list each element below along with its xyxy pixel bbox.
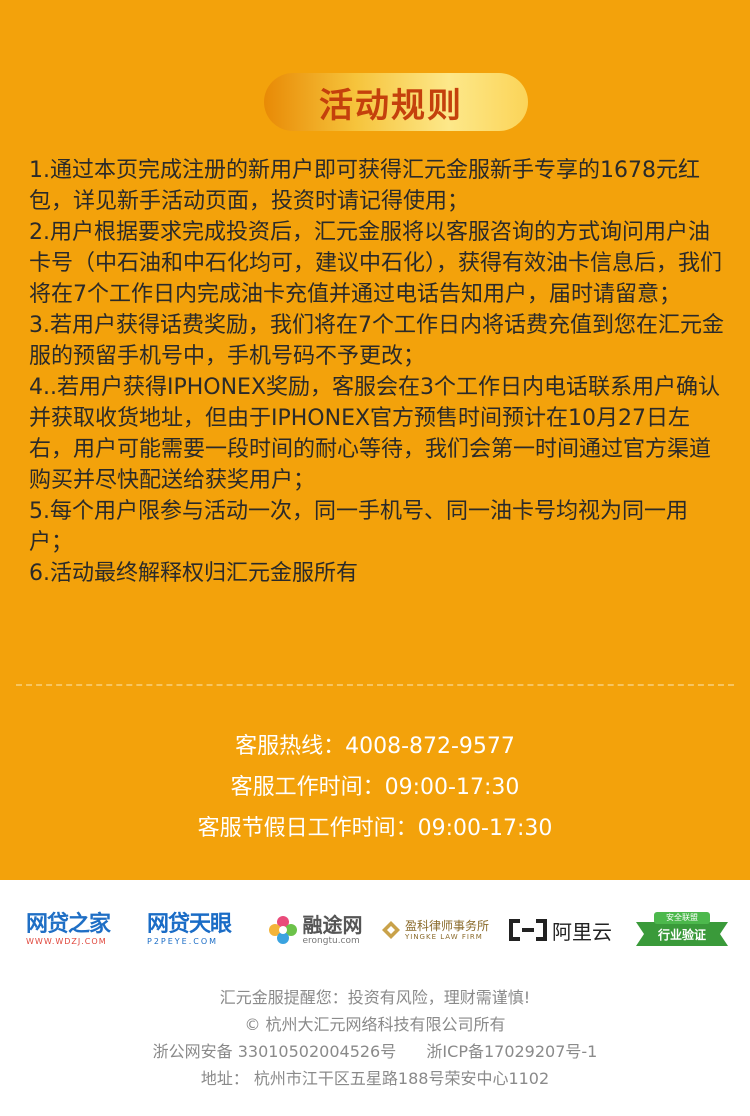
partner-sub: YINGKE LAW FIRM: [404, 932, 483, 941]
registration-row: 浙公网安备 33010502004526号 浙ICP备17029207号-1: [0, 1038, 750, 1062]
hotline-row: 客服热线：4008-872-9577: [0, 728, 750, 760]
icp-record[interactable]: 浙ICP备17029207号-1: [426, 1042, 597, 1061]
hours-value: 09:00-17:30: [384, 775, 520, 800]
address: 地址： 杭州市江干区五星路188号荣安中心1102: [200, 1069, 550, 1088]
rule-item: 5.每个用户限参与活动一次，同一手机号、同一油卡号均视为同一用户；: [29, 499, 688, 555]
aliyun-logo-icon[interactable]: 阿里云: [505, 900, 615, 960]
partner-name: 网贷天眼: [147, 912, 232, 937]
rule-item: 3.若用户获得话费奖励，我们将在7个工作日内将话费充值到您在汇元金服的预留手机号…: [29, 313, 724, 369]
holiday-hours-value: 09:00-17:30: [417, 816, 553, 841]
erongtu-logo-icon[interactable]: 融途网 erongtu.com: [258, 900, 370, 960]
page-title: 活动规则: [319, 85, 463, 126]
badge-sub: 行业验证: [657, 928, 706, 942]
aliyun-bracket-icon: [509, 919, 547, 941]
partner-name: 盈科律师事务所: [404, 918, 489, 933]
partner-name: 阿里云: [552, 919, 612, 944]
holiday-hours-label: 客服节假日工作时间：: [197, 816, 418, 841]
rules-list: 1.通过本页完成注册的新用户即可获得汇元金服新手专享的1678元红包，详见新手活…: [29, 155, 729, 589]
partner-name: 融途网: [302, 913, 363, 937]
rule-item: 1.通过本页完成注册的新用户即可获得汇元金服新手专享的1678元红包，详见新手活…: [29, 158, 700, 214]
holiday-hours-row: 客服节假日工作时间：09:00-17:30: [0, 810, 750, 842]
partner-sub: erongtu.com: [302, 936, 360, 946]
yingke-mark-icon: [381, 921, 400, 939]
copyright: © 杭州大汇元网络科技有限公司所有: [244, 1015, 506, 1034]
hours-label: 客服工作时间：: [230, 775, 385, 800]
hotline-label: 客服热线：: [235, 734, 346, 759]
hours-row: 客服工作时间：09:00-17:30: [0, 769, 750, 801]
partner-sub: WWW.WDZJ.COM: [26, 937, 107, 946]
dashed-divider: [16, 684, 734, 686]
title-banner: 活动规则: [264, 73, 528, 131]
partner-logos: 网贷之家 WWW.WDZJ.COM 网贷天眼 P2PEYE.COM 融途网 er…: [0, 900, 750, 960]
rule-item: 2.用户根据要求完成投资后，汇元金服将以客服咨询的方式询问用户油卡号（中石油和中…: [29, 220, 723, 307]
flower-icon: [268, 916, 297, 944]
p2peye-logo-icon[interactable]: 网贷天眼 P2PEYE.COM: [147, 900, 247, 960]
partner-sub: P2PEYE.COM: [147, 937, 219, 946]
wdzj-logo-icon[interactable]: 网贷之家 WWW.WDZJ.COM: [26, 900, 130, 960]
rule-item: 6.活动最终解释权归汇元金服所有: [29, 561, 358, 586]
badge-title: 安全联盟: [666, 913, 698, 922]
anquan-badge-icon[interactable]: 安全联盟 行业验证: [630, 900, 734, 960]
rule-item: 4..若用户获得IPHONEX奖励，客服会在3个工作日内电话联系用户确认并获取收…: [29, 375, 721, 493]
partner-name: 网贷之家: [26, 912, 111, 937]
yingke-logo-icon[interactable]: 盈科律师事务所 YINGKE LAW FIRM: [380, 900, 490, 960]
police-record[interactable]: 浙公网安备 33010502004526号: [153, 1042, 397, 1061]
rules-panel: 活动规则 1.通过本页完成注册的新用户即可获得汇元金服新手专享的1678元红包，…: [0, 0, 750, 880]
risk-reminder: 汇元金服提醒您：投资有风险，理财需谨慎!: [219, 988, 531, 1007]
hotline-number[interactable]: 4008-872-9577: [345, 734, 515, 759]
